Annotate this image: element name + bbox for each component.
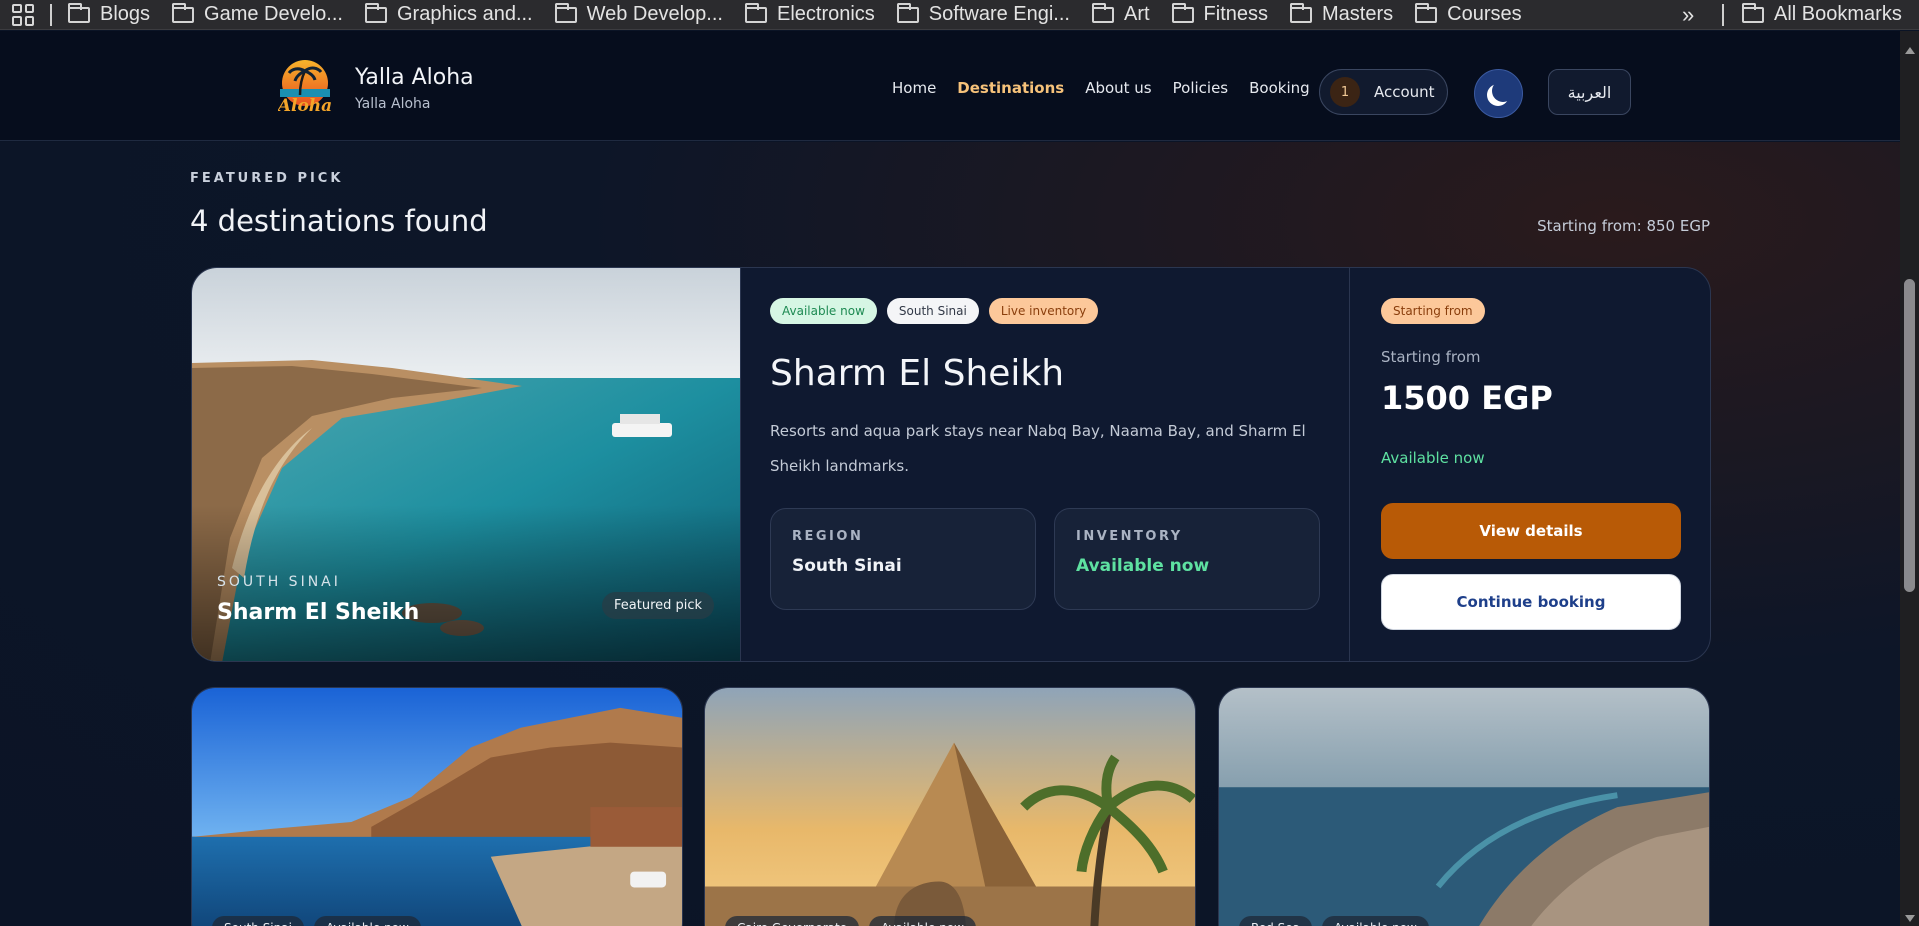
theme-toggle-button[interactable] — [1474, 69, 1523, 118]
folder-icon — [68, 2, 90, 23]
nav-policies[interactable]: Policies — [1173, 79, 1228, 97]
price-label: Starting from — [1381, 348, 1481, 366]
brand-subtitle: Yalla Aloha — [355, 96, 431, 112]
nav-booking[interactable]: Booking — [1249, 79, 1310, 97]
card-tag-region: Red Sea — [1239, 916, 1312, 926]
inventory-label: INVENTORY — [1076, 529, 1183, 544]
featured-details: Available now South Sinai Live inventory… — [740, 268, 1350, 661]
bookmark-folder[interactable]: Web Develop... — [554, 2, 723, 26]
scrollbar-thumb[interactable] — [1904, 279, 1915, 592]
bookmark-folder[interactable]: Graphics and... — [364, 2, 533, 26]
page-scrollbar[interactable] — [1900, 31, 1919, 926]
folder-icon — [1290, 2, 1313, 23]
card-tag-region: Cairo Governorate — [725, 916, 860, 926]
featured-destination-card: SOUTH SINAI Sharm El Sheikh Featured pic… — [191, 267, 1711, 662]
scroll-up-arrow-icon[interactable] — [1905, 47, 1915, 54]
bookmark-folder[interactable]: Masters — [1290, 2, 1393, 26]
folder-icon — [1415, 2, 1438, 23]
pricing-panel: Starting from Starting from 1500 EGP Ava… — [1351, 268, 1710, 661]
account-count-badge: 1 — [1330, 77, 1360, 107]
card-tag-availability: Available now — [313, 916, 421, 926]
bookmarks-divider — [1722, 4, 1724, 26]
folder-icon — [744, 2, 767, 23]
pyramid-photo — [705, 688, 1195, 926]
card-tags: Cairo Governorate Available now — [725, 916, 976, 926]
bookmark-folder[interactable]: Blogs — [68, 2, 150, 26]
featured-pick-badge: Featured pick — [602, 592, 715, 619]
aloha-logo[interactable]: Aloha — [278, 59, 332, 121]
bookmark-folder[interactable]: Game Develo... — [172, 2, 343, 26]
image-region-label: SOUTH SINAI — [217, 574, 341, 590]
account-button[interactable]: 1 Account — [1319, 69, 1448, 115]
scroll-down-arrow-icon[interactable] — [1905, 915, 1915, 922]
tag-available: Available now — [770, 298, 877, 324]
brand-title[interactable]: Yalla Aloha — [355, 65, 474, 90]
red-sea-aerial-photo — [1219, 688, 1709, 926]
nav-destinations[interactable]: Destinations — [957, 79, 1064, 97]
destination-card[interactable]: Cairo Governorate Available now — [704, 687, 1196, 926]
destination-description: Resorts and aqua park stays near Nabq Ba… — [770, 422, 1306, 475]
apps-grid-icon[interactable] — [12, 3, 34, 26]
region-info-box: REGION South Sinai — [770, 508, 1036, 610]
results-count-title: 4 destinations found — [190, 204, 488, 238]
image-destination-title: Sharm El Sheikh — [217, 600, 420, 625]
bookmark-folder[interactable]: Software Engi... — [896, 2, 1070, 26]
logo-wordmark: Aloha — [278, 96, 332, 116]
folder-icon — [1091, 2, 1114, 23]
more-bookmarks-chevron-icon[interactable]: » — [1682, 2, 1694, 28]
card-tag-region: South Sinai — [212, 916, 304, 926]
folder-icon — [1742, 2, 1764, 23]
section-eyebrow: FEATURED PICK — [190, 171, 344, 186]
starting-from-tag: Starting from — [1381, 298, 1485, 324]
inventory-value: Available now — [1076, 556, 1210, 576]
region-label: REGION — [792, 529, 864, 544]
account-label: Account — [1374, 83, 1435, 101]
destination-card[interactable]: Red Sea Available now — [1218, 687, 1710, 926]
inventory-info-box: INVENTORY Available now — [1054, 508, 1320, 610]
status-tags: Available now South Sinai Live inventory — [770, 298, 1099, 324]
site-header: Aloha Yalla Aloha Yalla Aloha Home Desti… — [0, 31, 1900, 141]
language-toggle-button[interactable]: العربية — [1548, 69, 1631, 115]
dahab-coast-photo — [192, 688, 682, 926]
price-value: 1500 EGP — [1381, 379, 1553, 417]
bookmarks-divider — [50, 3, 52, 26]
bookmark-folder[interactable]: Courses — [1415, 2, 1522, 26]
destination-title: Sharm El Sheikh — [770, 353, 1065, 394]
folder-icon — [172, 2, 195, 23]
card-tag-availability: Available now — [869, 916, 976, 926]
featured-destination-image[interactable]: SOUTH SINAI Sharm El Sheikh Featured pic… — [192, 268, 740, 661]
destination-card[interactable]: South Sinai Available now — [191, 687, 683, 926]
availability-status: Available now — [1381, 449, 1485, 467]
all-bookmarks-button[interactable]: All Bookmarks — [1742, 2, 1902, 26]
card-tags: South Sinai Available now — [212, 916, 421, 926]
bookmarks-bar: Blogs Game Develo... Graphics and... Web… — [0, 0, 1919, 30]
starting-price-note: Starting from: 850 EGP — [1537, 217, 1710, 235]
moon-icon — [1492, 80, 1514, 102]
main-nav: Home Destinations About us Policies Book… — [892, 79, 1310, 97]
nav-about-us[interactable]: About us — [1085, 79, 1151, 97]
continue-booking-button[interactable]: Continue booking — [1381, 574, 1681, 630]
bookmark-folder[interactable]: Fitness — [1171, 2, 1268, 26]
card-tags: Red Sea Available now — [1239, 916, 1429, 926]
region-value: South Sinai — [792, 556, 902, 576]
view-details-button[interactable]: View details — [1381, 503, 1681, 559]
card-tag-availability: Available now — [1321, 916, 1429, 926]
folder-icon — [364, 2, 387, 23]
tag-region: South Sinai — [886, 298, 979, 324]
folder-icon — [1171, 2, 1194, 23]
folder-icon — [554, 2, 577, 23]
tag-live-inventory: Live inventory — [988, 298, 1099, 324]
nav-home[interactable]: Home — [892, 79, 936, 97]
bookmark-folder[interactable]: Art — [1091, 2, 1150, 26]
bookmark-folder[interactable]: Electronics — [744, 2, 875, 26]
folder-icon — [896, 2, 919, 23]
